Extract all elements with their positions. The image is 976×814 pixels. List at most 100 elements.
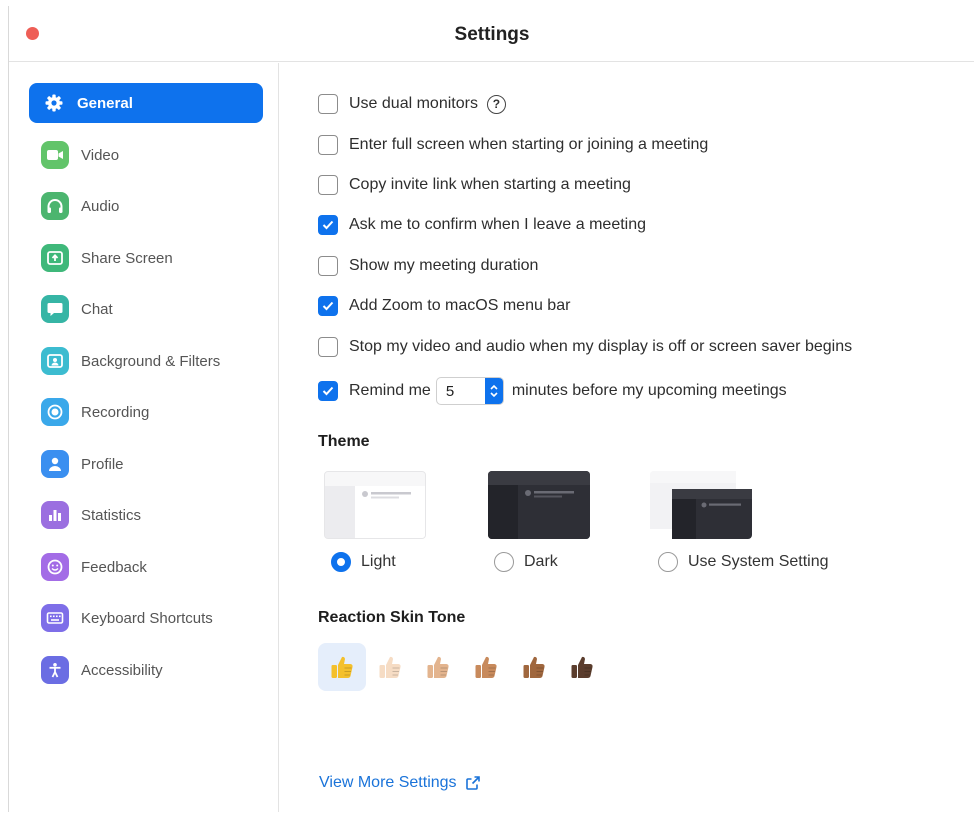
view-more-settings-label: View More Settings xyxy=(319,774,457,791)
option-confirm-leave[interactable]: Ask me to confirm when I leave a meeting xyxy=(318,213,646,237)
help-icon[interactable]: ? xyxy=(486,94,506,114)
sidebar-item-chat[interactable]: Chat xyxy=(29,289,263,329)
option-label: Stop my video and audio when my display … xyxy=(349,338,853,355)
sidebar-item-label: Share Screen xyxy=(81,249,173,267)
checkbox[interactable] xyxy=(318,296,338,316)
bar-chart-icon xyxy=(41,501,69,529)
theme-option-label: Use System Setting xyxy=(688,553,829,570)
minutes-value[interactable]: 5 xyxy=(437,383,485,400)
skin-tone-option[interactable] xyxy=(462,643,510,691)
share-screen-icon xyxy=(41,244,69,272)
radio-button[interactable] xyxy=(494,552,514,572)
checkmark-icon xyxy=(322,301,334,311)
sidebar-item-accessibility[interactable]: Accessibility xyxy=(29,650,263,690)
theme-light-preview[interactable] xyxy=(324,471,426,539)
checkmark-icon xyxy=(322,386,334,396)
sidebar-item-profile[interactable]: Profile xyxy=(29,444,263,484)
sidebar-item-label: Statistics xyxy=(81,506,142,524)
option-label: Show my meeting duration xyxy=(349,257,539,274)
sidebar-item-label: Profile xyxy=(81,455,124,473)
thumbs-up-icon xyxy=(427,656,449,678)
thumbs-up-icon xyxy=(475,656,497,678)
option-menu-bar[interactable]: Add Zoom to macOS menu bar xyxy=(318,294,570,318)
theme-section-title: Theme xyxy=(318,433,370,450)
sidebar-item-label: Accessibility xyxy=(81,661,163,679)
skin-tone-option[interactable] xyxy=(366,643,414,691)
option-label: Add Zoom to macOS menu bar xyxy=(349,297,571,314)
option-full-screen[interactable]: Enter full screen when starting or joini… xyxy=(318,133,708,157)
sidebar-item-recording[interactable]: Recording xyxy=(29,392,263,432)
option-label: Enter full screen when starting or joini… xyxy=(349,136,709,153)
record-icon xyxy=(41,398,69,426)
sidebar-item-share-screen[interactable]: Share Screen xyxy=(29,238,263,278)
theme-option-system[interactable]: Use System Setting xyxy=(658,552,829,572)
sidebar-item-label: Chat xyxy=(81,300,113,318)
checkmark-icon xyxy=(322,220,334,230)
thumbs-up-icon xyxy=(571,656,593,678)
theme-option-light[interactable]: Light xyxy=(331,552,396,572)
thumbs-up-icon xyxy=(379,656,401,678)
theme-option-label: Dark xyxy=(524,553,558,570)
sidebar-item-label: Recording xyxy=(81,403,150,421)
theme-option-label: Light xyxy=(361,553,396,570)
sidebar-item-label: Keyboard Shortcuts xyxy=(81,609,213,627)
sidebar-item-video[interactable]: Video xyxy=(29,135,263,175)
option-meeting-duration[interactable]: Show my meeting duration xyxy=(318,254,538,278)
smiley-icon xyxy=(41,553,69,581)
thumbs-up-icon xyxy=(331,656,353,678)
theme-system-preview[interactable] xyxy=(650,471,752,539)
view-more-settings-link[interactable]: View More Settings xyxy=(319,774,481,792)
remind-prefix: Remind me xyxy=(349,382,431,399)
radio-button[interactable] xyxy=(331,552,351,572)
option-copy-invite-link[interactable]: Copy invite link when starting a meeting xyxy=(318,173,631,197)
option-dual-monitors[interactable]: Use dual monitors ? xyxy=(318,92,506,116)
skin-tone-picker xyxy=(318,643,606,691)
sidebar-item-label: Audio xyxy=(81,197,120,215)
settings-window: Settings General Video Audio Share Scree… xyxy=(8,6,974,812)
checkbox[interactable] xyxy=(318,381,338,401)
sidebar-item-background-filters[interactable]: Background & Filters xyxy=(29,341,263,381)
gear-icon xyxy=(43,92,65,114)
checkbox[interactable] xyxy=(318,175,338,195)
checkbox[interactable] xyxy=(318,337,338,357)
theme-option-dark[interactable]: Dark xyxy=(494,552,558,572)
sidebar-item-keyboard-shortcuts[interactable]: Keyboard Shortcuts xyxy=(29,598,263,638)
sidebar-item-feedback[interactable]: Feedback xyxy=(29,547,263,587)
checkbox[interactable] xyxy=(318,256,338,276)
skin-tone-option[interactable] xyxy=(510,643,558,691)
skin-tone-option[interactable] xyxy=(414,643,462,691)
sidebar-item-general[interactable]: General xyxy=(29,83,263,123)
video-camera-icon xyxy=(41,141,69,169)
checkbox[interactable] xyxy=(318,94,338,114)
chat-bubble-icon xyxy=(41,295,69,323)
sidebar-item-statistics[interactable]: Statistics xyxy=(29,495,263,535)
keyboard-icon xyxy=(41,604,69,632)
radio-button[interactable] xyxy=(658,552,678,572)
skin-tone-option[interactable] xyxy=(318,643,366,691)
skin-tone-section-title: Reaction Skin Tone xyxy=(318,609,466,626)
accessibility-icon xyxy=(41,656,69,684)
sidebar-item-label: Feedback xyxy=(81,558,147,576)
settings-sidebar: General Video Audio Share Screen Chat Ba… xyxy=(9,63,279,812)
general-settings-panel: Use dual monitors ? Enter full screen wh… xyxy=(280,63,974,812)
sidebar-item-label: Video xyxy=(81,146,120,164)
option-remind-me[interactable]: Remind me 5 minutes before my upcoming m… xyxy=(318,377,787,405)
window-title: Settings xyxy=(454,24,530,45)
skin-tone-option[interactable] xyxy=(558,643,606,691)
checkbox[interactable] xyxy=(318,215,338,235)
option-stop-video-screensaver[interactable]: Stop my video and audio when my display … xyxy=(318,335,852,359)
title-bar: Settings xyxy=(9,6,974,62)
person-icon xyxy=(41,450,69,478)
headphones-icon xyxy=(41,192,69,220)
checkbox[interactable] xyxy=(318,135,338,155)
minutes-stepper[interactable]: 5 xyxy=(435,377,504,405)
remind-suffix: minutes before my upcoming meetings xyxy=(511,382,787,399)
option-label: Use dual monitors xyxy=(349,95,478,112)
sidebar-item-audio[interactable]: Audio xyxy=(29,186,263,226)
portrait-icon xyxy=(41,347,69,375)
option-label: Copy invite link when starting a meeting xyxy=(349,176,631,193)
sidebar-item-label: Background & Filters xyxy=(81,352,221,370)
sidebar-item-label: General xyxy=(77,94,133,112)
stepper-arrows-icon[interactable] xyxy=(484,378,503,404)
theme-dark-preview[interactable] xyxy=(488,471,590,539)
